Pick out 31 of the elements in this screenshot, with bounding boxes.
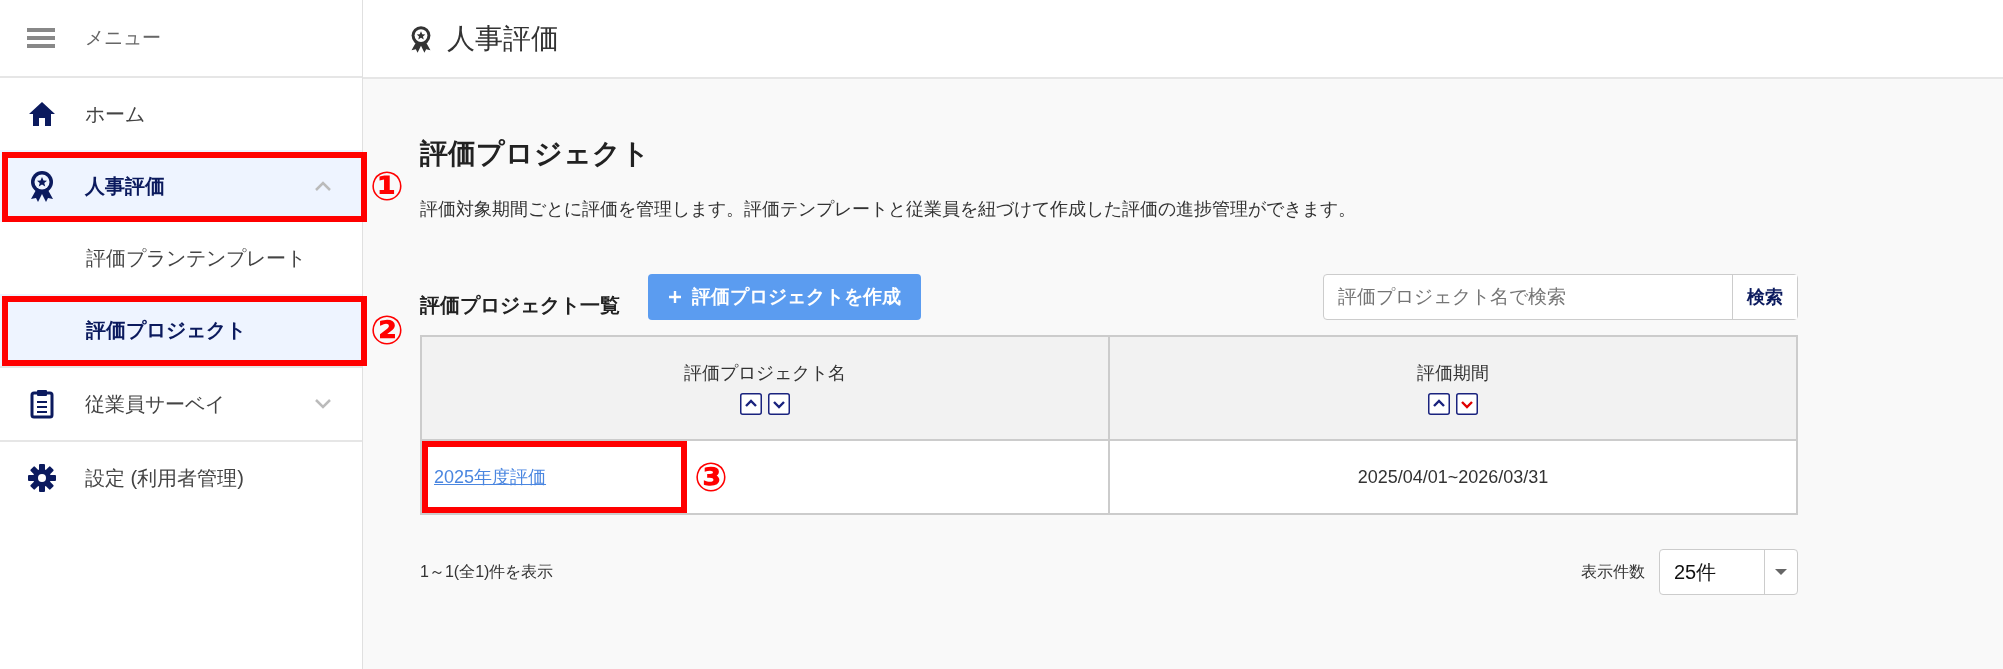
search-button[interactable]: 検索 bbox=[1732, 275, 1797, 319]
plus-icon bbox=[668, 290, 682, 304]
sidebar-item[interactable]: 従業員サーベイ bbox=[0, 368, 362, 440]
page-size-select[interactable]: 25件 bbox=[1659, 549, 1798, 595]
sidebar-subitem[interactable]: 評価プランテンプレート bbox=[0, 222, 362, 294]
award-icon bbox=[409, 24, 433, 53]
column-header: 評価プロジェクト名 bbox=[421, 336, 1109, 440]
sidebar-item[interactable]: ホーム bbox=[0, 78, 362, 150]
sort-down-button[interactable] bbox=[1456, 393, 1478, 415]
section-heading: 評価プロジェクト bbox=[420, 137, 651, 171]
sort-up-button[interactable] bbox=[1428, 393, 1450, 415]
list-title: 評価プロジェクト一覧 bbox=[420, 292, 620, 318]
settings-icon bbox=[27, 464, 57, 492]
menu-label: メニュー bbox=[85, 26, 161, 50]
annotation-number: ③ bbox=[694, 454, 728, 500]
home-icon bbox=[27, 101, 57, 127]
result-count: 1～1(全1)件を表示 bbox=[420, 561, 554, 582]
annotation-number: ① bbox=[370, 163, 404, 209]
caret-icon bbox=[1774, 568, 1788, 576]
page-title: 人事評価 bbox=[447, 21, 559, 56]
section-description: 評価対象期間ごとに評価を管理します。評価テンプレートと従業員を紐づけて作成した評価の進捗管理ができます。 bbox=[420, 198, 1357, 221]
sort-down-button[interactable] bbox=[768, 393, 790, 415]
page-size-label: 表示件数 bbox=[1581, 561, 1645, 582]
column-header: 評価期間 bbox=[1109, 336, 1797, 440]
search-field[interactable]: 評価プロジェクト名で検索 検索 bbox=[1323, 274, 1798, 320]
menu-icon[interactable] bbox=[27, 27, 55, 49]
annotation-number: ② bbox=[370, 307, 404, 353]
sort-up-button[interactable] bbox=[740, 393, 762, 415]
project-link[interactable]: 2025年度評価 bbox=[434, 467, 547, 487]
sidebar-item[interactable]: 設定 (利用者管理) bbox=[0, 442, 362, 514]
table-cell: 2025/04/01~2026/03/31 bbox=[1109, 440, 1797, 514]
